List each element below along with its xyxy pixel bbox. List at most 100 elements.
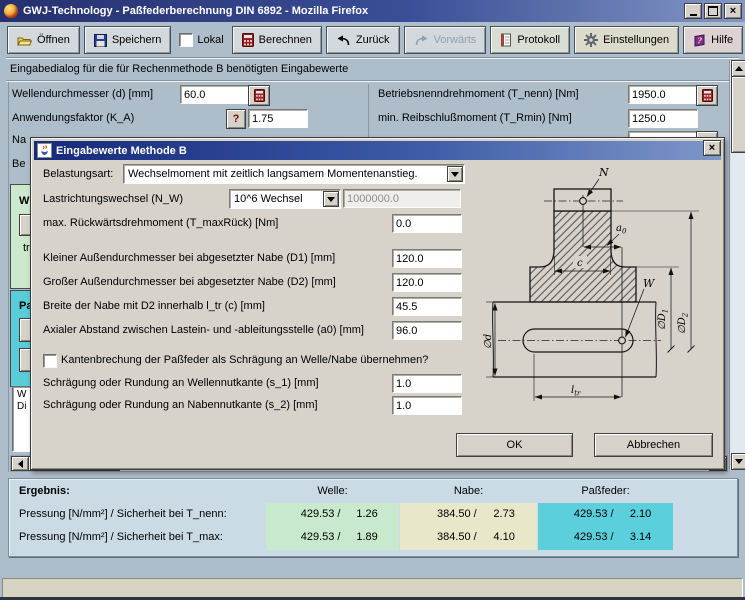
nominal-torque-calc-button[interactable] <box>696 85 718 106</box>
calculator-icon <box>242 33 254 47</box>
friction-torque-input[interactable] <box>628 109 698 128</box>
ok-button[interactable]: OK <box>456 433 573 457</box>
firefox-icon <box>4 4 18 18</box>
up-arrow-icon <box>735 62 743 71</box>
shaft-groove-chamfer-input[interactable] <box>392 374 462 393</box>
results-panel: Ergebnis: Welle: Nabe: Paßfeder: Pressun… <box>8 478 738 557</box>
vertical-scrollbar[interactable] <box>729 60 745 470</box>
down-arrow-icon <box>735 459 743 468</box>
maximize-button[interactable] <box>704 3 722 19</box>
welle-tmax-row: 429.53 /1.89 <box>266 526 399 549</box>
hub-groove-chamfer-label: Schrägung oder Rundung an Nabennutkante … <box>43 399 318 411</box>
max-reverse-torque-input[interactable] <box>392 214 462 233</box>
shaft-diameter-input[interactable] <box>180 85 250 104</box>
calculate-label: Berechnen <box>259 34 312 46</box>
help-book-icon: ? <box>693 34 706 47</box>
small-hub-diameter-input[interactable] <box>392 249 462 268</box>
dialog-title: Eingabewerte Methode B <box>56 145 187 157</box>
result-row1-label: Pressung [N/mm²] / Sicherheit bei T_nenn… <box>19 508 227 520</box>
close-icon: × <box>730 6 736 16</box>
hub-groove-chamfer-input[interactable] <box>392 396 462 415</box>
nominal-torque-input[interactable] <box>628 85 698 104</box>
label-c: c <box>577 258 583 269</box>
chevron-down-icon <box>451 172 459 181</box>
floppy-icon <box>94 34 107 47</box>
axial-distance-label: Axialer Abstand zwischen Lastein- und -a… <box>43 324 364 336</box>
open-button[interactable]: Öffnen <box>7 26 80 54</box>
label-n: N <box>598 166 609 179</box>
load-type-label: Belastungsart: <box>43 168 113 180</box>
nabe-tmax-row: 384.50 /4.10 <box>400 526 537 549</box>
load-out-point <box>619 337 626 344</box>
page-subtitle: Eingabedialog für die für Rechenmethode … <box>10 63 348 75</box>
welle-panel-heading: W <box>19 195 29 207</box>
redo-arrow-icon <box>414 35 429 46</box>
shaft-diameter-calc-button[interactable] <box>248 85 270 106</box>
hub-width-label: Breite der Nabe mit D2 innerhalb l_tr (c… <box>43 300 265 312</box>
edge-chamfer-checkbox[interactable] <box>43 354 57 368</box>
scroll-down-button[interactable] <box>731 453 745 470</box>
settings-button[interactable]: Einstellungen <box>574 26 679 54</box>
load-in-point <box>580 198 587 205</box>
truncated-label-na: Na <box>12 134 26 146</box>
application-window: GWJ-Technology - Paßfederberechnung DIN … <box>0 0 745 600</box>
status-bar <box>2 578 743 598</box>
open-label: Öffnen <box>37 34 70 46</box>
label-ltr: ltr <box>571 385 581 398</box>
save-button[interactable]: Speichern <box>84 26 172 54</box>
label-w: W <box>643 277 656 290</box>
load-cycles-dropdown[interactable]: 10^6 Wechsel <box>229 189 341 209</box>
load-cycles-label: Lastrichtungswechsel (N_W) <box>43 193 183 205</box>
vertical-scroll-thumb[interactable] <box>731 76 745 153</box>
subtitle-separator <box>6 80 739 82</box>
shaft-groove-chamfer-label: Schrägung oder Rundung an Wellennutkante… <box>43 377 319 389</box>
welle-tnenn-row: 429.53 /1.26 <box>266 503 399 526</box>
left-arrow-icon <box>14 460 23 468</box>
back-button[interactable]: Zurück <box>326 26 400 54</box>
hub-width-input[interactable] <box>392 297 462 316</box>
forward-button: Vorwärts <box>404 26 487 54</box>
local-label: Lokal <box>197 34 223 46</box>
nabe-tnenn-row: 384.50 /2.73 <box>400 503 537 526</box>
window-titlebar: GWJ-Technology - Paßfederberechnung DIN … <box>0 0 745 22</box>
window-title: GWJ-Technology - Paßfederberechnung DIN … <box>23 5 368 17</box>
input-dialog-method-b: Eingabewerte Methode B × Belastungsart: … <box>30 137 725 470</box>
toolbar: Öffnen Speichern Lokal Berechnen Zurück … <box>0 23 745 57</box>
load-cycles-value: 10^6 Wechsel <box>234 193 303 205</box>
max-reverse-torque-label: max. Rückwärtsdrehmoment (T_maxRück) [Nm… <box>43 217 278 229</box>
java-icon <box>37 143 52 158</box>
dropdown-button[interactable] <box>447 166 463 182</box>
help-button[interactable]: ? Hilfe <box>683 26 743 54</box>
scroll-left-button[interactable] <box>11 456 29 471</box>
close-icon: × <box>709 142 715 154</box>
protocol-button[interactable]: Protokoll <box>490 26 570 54</box>
minimize-button[interactable] <box>684 3 702 19</box>
calculate-button[interactable]: Berechnen <box>232 26 322 54</box>
column-header-nabe: Nabe: <box>400 485 537 497</box>
content-left-border <box>8 82 9 472</box>
application-factor-help-button[interactable]: ? <box>226 109 246 129</box>
local-checkbox[interactable] <box>179 33 193 47</box>
undo-arrow-icon <box>336 35 351 46</box>
load-type-value: Wechselmoment mit zeitlich langsamem Mom… <box>128 168 418 180</box>
label-a0: a0 <box>616 223 627 236</box>
application-factor-input[interactable] <box>248 109 308 128</box>
close-button[interactable]: × <box>724 3 742 19</box>
passfeder-tmax-row: 429.53 /3.14 <box>538 526 673 549</box>
results-heading: Ergebnis: <box>19 485 70 497</box>
edge-chamfer-label: Kantenbrechung der Paßfeder als Schrägun… <box>61 354 428 366</box>
gear-icon <box>584 33 598 47</box>
settings-label: Einstellungen <box>603 34 669 46</box>
label-d2: ∅D2 <box>677 312 690 334</box>
protocol-label: Protokoll <box>517 34 560 46</box>
toolbar-separator <box>6 57 739 59</box>
scroll-up-button[interactable] <box>731 60 745 77</box>
large-hub-diameter-label: Großer Außendurchmesser bei abgesetzter … <box>43 276 336 288</box>
axial-distance-input[interactable] <box>392 321 462 340</box>
cancel-button[interactable]: Abbrechen <box>594 433 713 457</box>
load-type-dropdown[interactable]: Wechselmoment mit zeitlich langsamem Mom… <box>123 164 465 184</box>
nominal-torque-label: Betriebsnenndrehmoment (T_nenn) [Nm] <box>378 88 579 100</box>
dropdown-button[interactable] <box>323 191 339 207</box>
passfeder-result-cell: 429.53 /2.10 429.53 /3.14 <box>538 503 673 550</box>
large-hub-diameter-input[interactable] <box>392 273 462 292</box>
